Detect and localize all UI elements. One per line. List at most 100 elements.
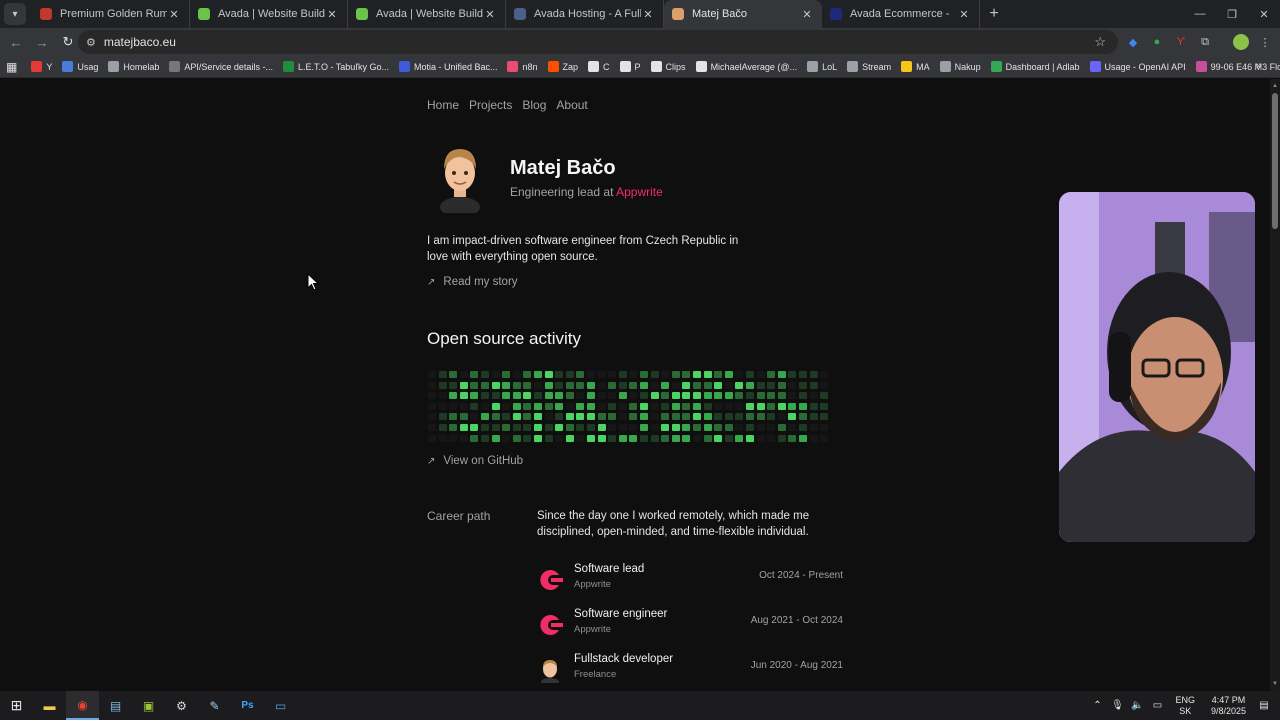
bookmark-item[interactable]: MichaelAverage (@...	[695, 61, 797, 72]
extension-icon[interactable]: ◆	[1125, 34, 1141, 50]
activity-cell	[534, 371, 542, 378]
activity-cell	[788, 413, 797, 421]
extensions-puzzle-icon[interactable]: ⧉	[1197, 34, 1213, 50]
browser-tab[interactable]: Avada Hosting - A Fully Custom✕	[506, 0, 664, 28]
bookmark-item[interactable]: API/Service details -...	[169, 61, 273, 72]
browser-tab[interactable]: Avada | Website Builder For Wo✕	[190, 0, 348, 28]
menu-kebab-icon[interactable]: ⋮	[1257, 34, 1273, 50]
read-story-link[interactable]: ↗ Read my story	[427, 276, 518, 288]
minimize-button[interactable]: —	[1184, 0, 1216, 28]
back-button[interactable]: ←	[4, 30, 28, 54]
activity-cell	[714, 371, 723, 378]
paint-app-icon[interactable]: ✎	[198, 691, 231, 720]
settings-app-icon[interactable]: ⚙	[165, 691, 198, 720]
activity-cell	[576, 392, 585, 400]
tab-close-icon[interactable]: ✕	[483, 8, 497, 21]
bookmarks-overflow-icon[interactable]: »	[1256, 60, 1262, 72]
activity-cell	[714, 434, 723, 442]
activity-cell	[650, 413, 659, 421]
reload-button[interactable]: ↻	[56, 30, 80, 54]
bookmark-item[interactable]: n8n	[507, 61, 538, 72]
bookmark-favicon-icon	[169, 61, 181, 72]
bookmark-item[interactable]: LoL	[807, 61, 837, 72]
profile-avatar[interactable]	[1233, 34, 1249, 50]
tab-close-icon[interactable]: ✕	[325, 8, 339, 21]
bookmark-item[interactable]: L.E.T.O - Tabuľky Go...	[282, 61, 389, 72]
nav-projects[interactable]: Projects	[469, 98, 512, 112]
remote-desktop-icon[interactable]: ▭	[264, 691, 297, 720]
company-link[interactable]: Appwrite	[616, 185, 663, 199]
apps-grid-icon[interactable]: ▦	[6, 60, 17, 74]
bookmark-item[interactable]: Stream	[847, 61, 891, 72]
microphone-icon[interactable]: 🎙	[1109, 700, 1125, 711]
restore-button[interactable]: ❐	[1216, 0, 1248, 28]
tray-overflow-icon[interactable]: ⌃	[1089, 700, 1105, 711]
bookmark-item[interactable]: C	[588, 61, 610, 72]
bookmark-item[interactable]: P	[619, 61, 641, 72]
photoshop-icon[interactable]: Ps	[231, 691, 264, 720]
browser-tab[interactable]: Premium Golden Rum — Rey D✕	[32, 0, 190, 28]
bookmark-star-icon[interactable]: ☆	[1094, 34, 1106, 50]
activity-cell	[438, 424, 447, 431]
close-window-button[interactable]: ✕	[1248, 0, 1280, 28]
address-bar[interactable]: ⚙ matejbaco.eu ☆	[78, 30, 1118, 54]
speaker-icon[interactable]: 🔈	[1129, 700, 1145, 711]
clock[interactable]: 4:47 PM 9/8/2025	[1211, 695, 1246, 717]
bookmark-item[interactable]: MA	[901, 61, 930, 72]
activity-cell	[459, 424, 468, 431]
bookmark-item[interactable]: Usage - OpenAI API	[1089, 61, 1186, 72]
chrome-icon[interactable]: ◉	[66, 691, 99, 720]
bookmark-item[interactable]: Nakup	[939, 61, 981, 72]
bookmark-favicon-icon	[1195, 61, 1207, 72]
activity-cell	[565, 371, 574, 378]
activity-cell	[481, 413, 489, 421]
browser-tab[interactable]: Matej Bačo ✕	[664, 0, 822, 28]
new-tab-button[interactable]: +	[980, 0, 1008, 28]
nav-about[interactable]: About	[556, 98, 587, 112]
activity-cell	[565, 402, 574, 410]
forward-button[interactable]: →	[30, 30, 54, 54]
activity-cell	[629, 371, 638, 378]
activity-cell	[608, 371, 617, 378]
scroll-up-arrow[interactable]: ▲	[1270, 81, 1280, 91]
tab-close-icon[interactable]: ✕	[641, 8, 655, 21]
bookmark-item[interactable]: Dashboard | Adlab	[990, 61, 1080, 72]
activity-cell	[767, 392, 776, 400]
bookmark-item[interactable]: Motia - Unified Bac...	[398, 61, 497, 72]
nav-blog[interactable]: Blog	[522, 98, 546, 112]
network-icon[interactable]: ▭	[1149, 700, 1165, 711]
notifications-icon[interactable]: ▤	[1256, 700, 1272, 711]
activity-cell	[491, 434, 500, 442]
browser-tab[interactable]: Avada Ecommerce - ✕	[822, 0, 980, 28]
tab-close-icon[interactable]: ✕	[800, 8, 814, 21]
bookmark-favicon-icon	[650, 61, 662, 72]
tab-search-button[interactable]: ▾	[4, 3, 26, 25]
language-indicator[interactable]: ENG SK	[1175, 695, 1195, 717]
bookmark-item[interactable]: Usag	[62, 61, 98, 72]
nav-home[interactable]: Home	[427, 98, 459, 112]
activity-cell	[608, 413, 617, 421]
activity-cell	[618, 424, 627, 431]
activity-cell	[724, 402, 733, 410]
bookmark-item[interactable]: Clips	[650, 61, 686, 72]
notepad-icon[interactable]: ▤	[99, 691, 132, 720]
extension-red-icon[interactable]: ϒ	[1173, 34, 1189, 50]
github-link[interactable]: ↗ View on GitHub	[427, 455, 523, 467]
scroll-down-arrow[interactable]: ▼	[1270, 679, 1280, 689]
site-info-icon[interactable]: ⚙	[86, 36, 96, 49]
bookmark-item[interactable]: Zap	[547, 61, 578, 72]
start-button[interactable]: ⊞	[0, 691, 33, 720]
bookmark-item[interactable]: 99-06 E46 M3 Floor...	[1195, 61, 1280, 72]
tab-close-icon[interactable]: ✕	[957, 8, 971, 21]
scroll-thumb[interactable]	[1272, 93, 1278, 229]
activity-cell	[735, 381, 744, 389]
bookmark-item[interactable]: Y	[31, 61, 52, 72]
tab-close-icon[interactable]: ✕	[167, 8, 181, 21]
game-app-icon[interactable]: ▣	[132, 691, 165, 720]
bookmark-item[interactable]: Homelab	[108, 61, 159, 72]
browser-tab[interactable]: Avada | Website Builder For Wo✕	[348, 0, 506, 28]
file-explorer-icon[interactable]: ▬	[33, 691, 66, 720]
extension-grammarly-icon[interactable]: ●	[1149, 34, 1165, 50]
page-scrollbar[interactable]: ▲ ▼	[1270, 79, 1280, 691]
activity-cell	[534, 381, 542, 389]
